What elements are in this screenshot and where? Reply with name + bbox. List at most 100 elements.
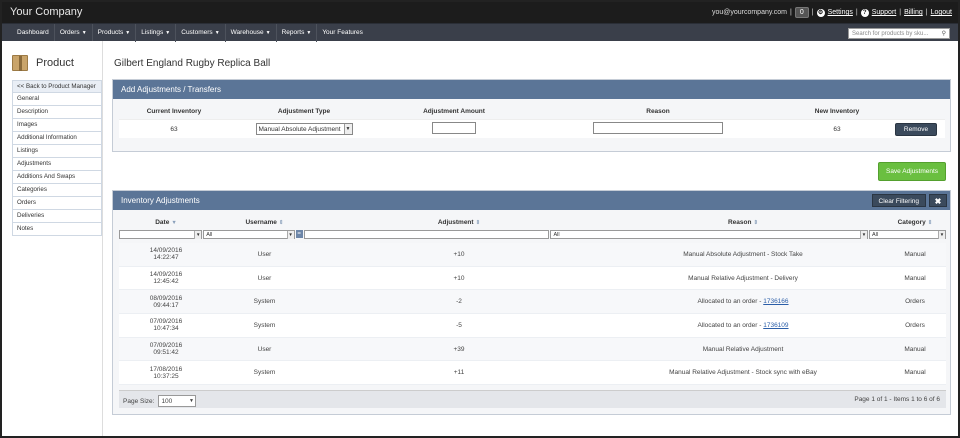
gear-icon: ⚙ (816, 8, 825, 17)
sidebar-item-back[interactable]: << Back to Product Manager (12, 80, 102, 93)
table-body: 14/09/2016 14:22:47 User +10 Manual Absol… (119, 243, 946, 386)
chevron-down-icon: ▼ (859, 231, 867, 239)
sidebar-item-additional-information[interactable]: Additional Information (12, 132, 102, 145)
billing-link[interactable]: Billing (904, 9, 923, 16)
sidebar-item-categories[interactable]: Categories (12, 184, 102, 197)
page-info: Page 1 of 1 - Items 1 to 6 of 6 (854, 396, 940, 403)
notification-badge[interactable]: 0 (794, 7, 809, 18)
sort-icon: ⇕ (927, 220, 933, 226)
col-username[interactable]: Username ⇕ (213, 217, 316, 228)
sidebar-item-additions-swaps[interactable]: Additions And Swaps (12, 171, 102, 184)
col-reason[interactable]: Reason ⇕ (602, 217, 884, 228)
nav-orders[interactable]: Orders ▼ (55, 24, 93, 42)
account-links: you@yourcompany.com | 0 | ⚙ Settings | ?… (711, 7, 952, 18)
sidebar-menu: << Back to Product Manager General Descr… (12, 80, 102, 236)
product-box-icon (12, 55, 28, 71)
panel-header: Add Adjustments / Transfers (113, 80, 950, 99)
chevron-down-icon: ▼ (188, 398, 194, 404)
question-icon: ? (860, 8, 869, 17)
equals-operator-button[interactable]: = (295, 230, 303, 238)
search-icon[interactable]: ⚲ (942, 29, 946, 39)
close-icon[interactable]: ✖ (929, 194, 947, 207)
sidebar-item-orders[interactable]: Orders (12, 197, 102, 210)
adjustments-grid: Date ▼ Username ⇕ Adjustment ⇕ Reason ⇕ Cate… (119, 217, 947, 386)
chevron-down-icon: ▼ (194, 231, 202, 239)
adjustment-row: 63 Manual Absolute Adjustment ▼ 63 Remove (119, 119, 945, 138)
col-new-inventory: New Inventory (814, 108, 860, 115)
brand-name[interactable]: Your Company (10, 6, 82, 18)
caret-down-icon: ▼ (214, 30, 220, 36)
reason-input[interactable] (593, 122, 723, 134)
top-bar: Your Company you@yourcompany.com | 0 | ⚙… (2, 2, 958, 23)
caret-down-icon: ▼ (306, 30, 312, 36)
sidebar-title: Product (12, 55, 74, 71)
clear-filtering-button[interactable]: Clear Filtering (871, 194, 926, 207)
category-filter[interactable]: All ▼ (868, 230, 947, 239)
sidebar-item-description[interactable]: Description (12, 106, 102, 119)
col-current-inventory: Current Inventory (146, 108, 202, 115)
nav-products[interactable]: Products ▼ (93, 24, 137, 42)
panel-header: Inventory Adjustments Clear Filtering ✖ (113, 191, 950, 210)
sidebar-item-general[interactable]: General (12, 93, 102, 106)
sidebar-item-deliveries[interactable]: Deliveries (12, 210, 102, 223)
nav-warehouse[interactable]: Warehouse ▼ (226, 24, 277, 42)
table-row: 07/09/2016 10:47:34 System -5 Allocated t… (119, 314, 946, 338)
main-nav: Dashboard Orders ▼ Products ▼ Listings ▼ Cu… (2, 23, 958, 42)
support-link[interactable]: Support (872, 9, 897, 16)
product-search-input[interactable]: Search for products by sku... ⚲ (848, 28, 950, 39)
col-category[interactable]: Category ⇕ (884, 217, 946, 228)
reason-filter[interactable]: All ▼ (550, 230, 868, 239)
settings-link[interactable]: Settings (828, 9, 853, 16)
filter-row: ▼ All ▼ = All ▼ All ▼ (119, 230, 947, 241)
col-adjustment-type: Adjustment Type (277, 108, 331, 115)
pager: Page Size: 100 ▼ Page 1 of 1 - Items 1 to… (119, 390, 946, 408)
order-link[interactable]: 1736109 (763, 322, 788, 329)
inventory-adjustments-panel: Inventory Adjustments Clear Filtering ✖ … (112, 190, 951, 415)
table-row: 14/09/2016 12:45:42 User +10 Manual Relat… (119, 266, 946, 291)
table-row: 17/08/2016 10:37:25 System +11 Manual Rel… (119, 361, 946, 386)
sidebar-item-listings[interactable]: Listings (12, 145, 102, 158)
logout-link[interactable]: Logout (931, 9, 952, 16)
nav-reports[interactable]: Reports ▼ (277, 24, 318, 42)
col-adjustment-amount: Adjustment Amount (423, 108, 485, 115)
username-filter[interactable]: All ▼ (203, 230, 295, 239)
nav-your-features[interactable]: Your Features (317, 24, 368, 42)
sidebar-item-adjustments[interactable]: Adjustments (12, 158, 102, 171)
table-row: 08/09/2016 09:44:17 System -2 Allocated t… (119, 290, 946, 315)
nav-customers[interactable]: Customers ▼ (176, 24, 226, 42)
app-window: Your Company you@yourcompany.com | 0 | ⚙… (0, 0, 960, 438)
caret-down-icon: ▼ (165, 30, 171, 36)
adjustment-type-select[interactable]: Manual Absolute Adjustment ▼ (255, 123, 353, 135)
adjustment-filter[interactable] (303, 230, 550, 239)
sidebar-item-notes[interactable]: Notes (12, 223, 102, 236)
page-size-select[interactable]: 100 ▼ (158, 395, 197, 407)
remove-button[interactable]: Remove (894, 122, 938, 136)
current-inventory-value: 63 (170, 125, 178, 133)
sidebar: Product << Back to Product Manager Gener… (2, 41, 103, 436)
page-title: Gilbert England Rugby Replica Ball (114, 58, 271, 69)
caret-down-icon: ▼ (125, 30, 131, 36)
col-date[interactable]: Date ▼ (119, 217, 213, 228)
chevron-down-icon: ▼ (938, 231, 946, 239)
page-size-label: Page Size: (123, 397, 155, 405)
sort-icon: ⇕ (753, 220, 759, 226)
table-row: 07/09/2016 09:51:42 User +39 Manual Relat… (119, 337, 946, 362)
sort-desc-icon: ▼ (171, 220, 177, 226)
caret-down-icon: ▼ (81, 30, 87, 36)
chevron-down-icon: ▼ (286, 231, 294, 239)
sort-icon: ⇕ (475, 220, 481, 226)
date-filter[interactable]: ▼ (119, 230, 203, 239)
sort-icon: ⇕ (278, 220, 284, 226)
adjustment-amount-input[interactable] (432, 122, 476, 134)
new-inventory-value: 63 (833, 125, 841, 133)
caret-down-icon: ▼ (265, 30, 271, 36)
col-adjustment[interactable]: Adjustment ⇕ (316, 217, 602, 228)
sidebar-item-images[interactable]: Images (12, 119, 102, 132)
order-link[interactable]: 1736166 (763, 298, 788, 305)
save-adjustments-button[interactable]: Save Adjustments (878, 162, 946, 181)
add-adjustments-panel: Add Adjustments / Transfers Current Inve… (112, 79, 951, 152)
user-email: you@yourcompany.com (711, 9, 788, 16)
nav-listings[interactable]: Listings ▼ (136, 24, 177, 42)
nav-dashboard[interactable]: Dashboard (12, 24, 55, 42)
col-reason: Reason (646, 108, 670, 115)
